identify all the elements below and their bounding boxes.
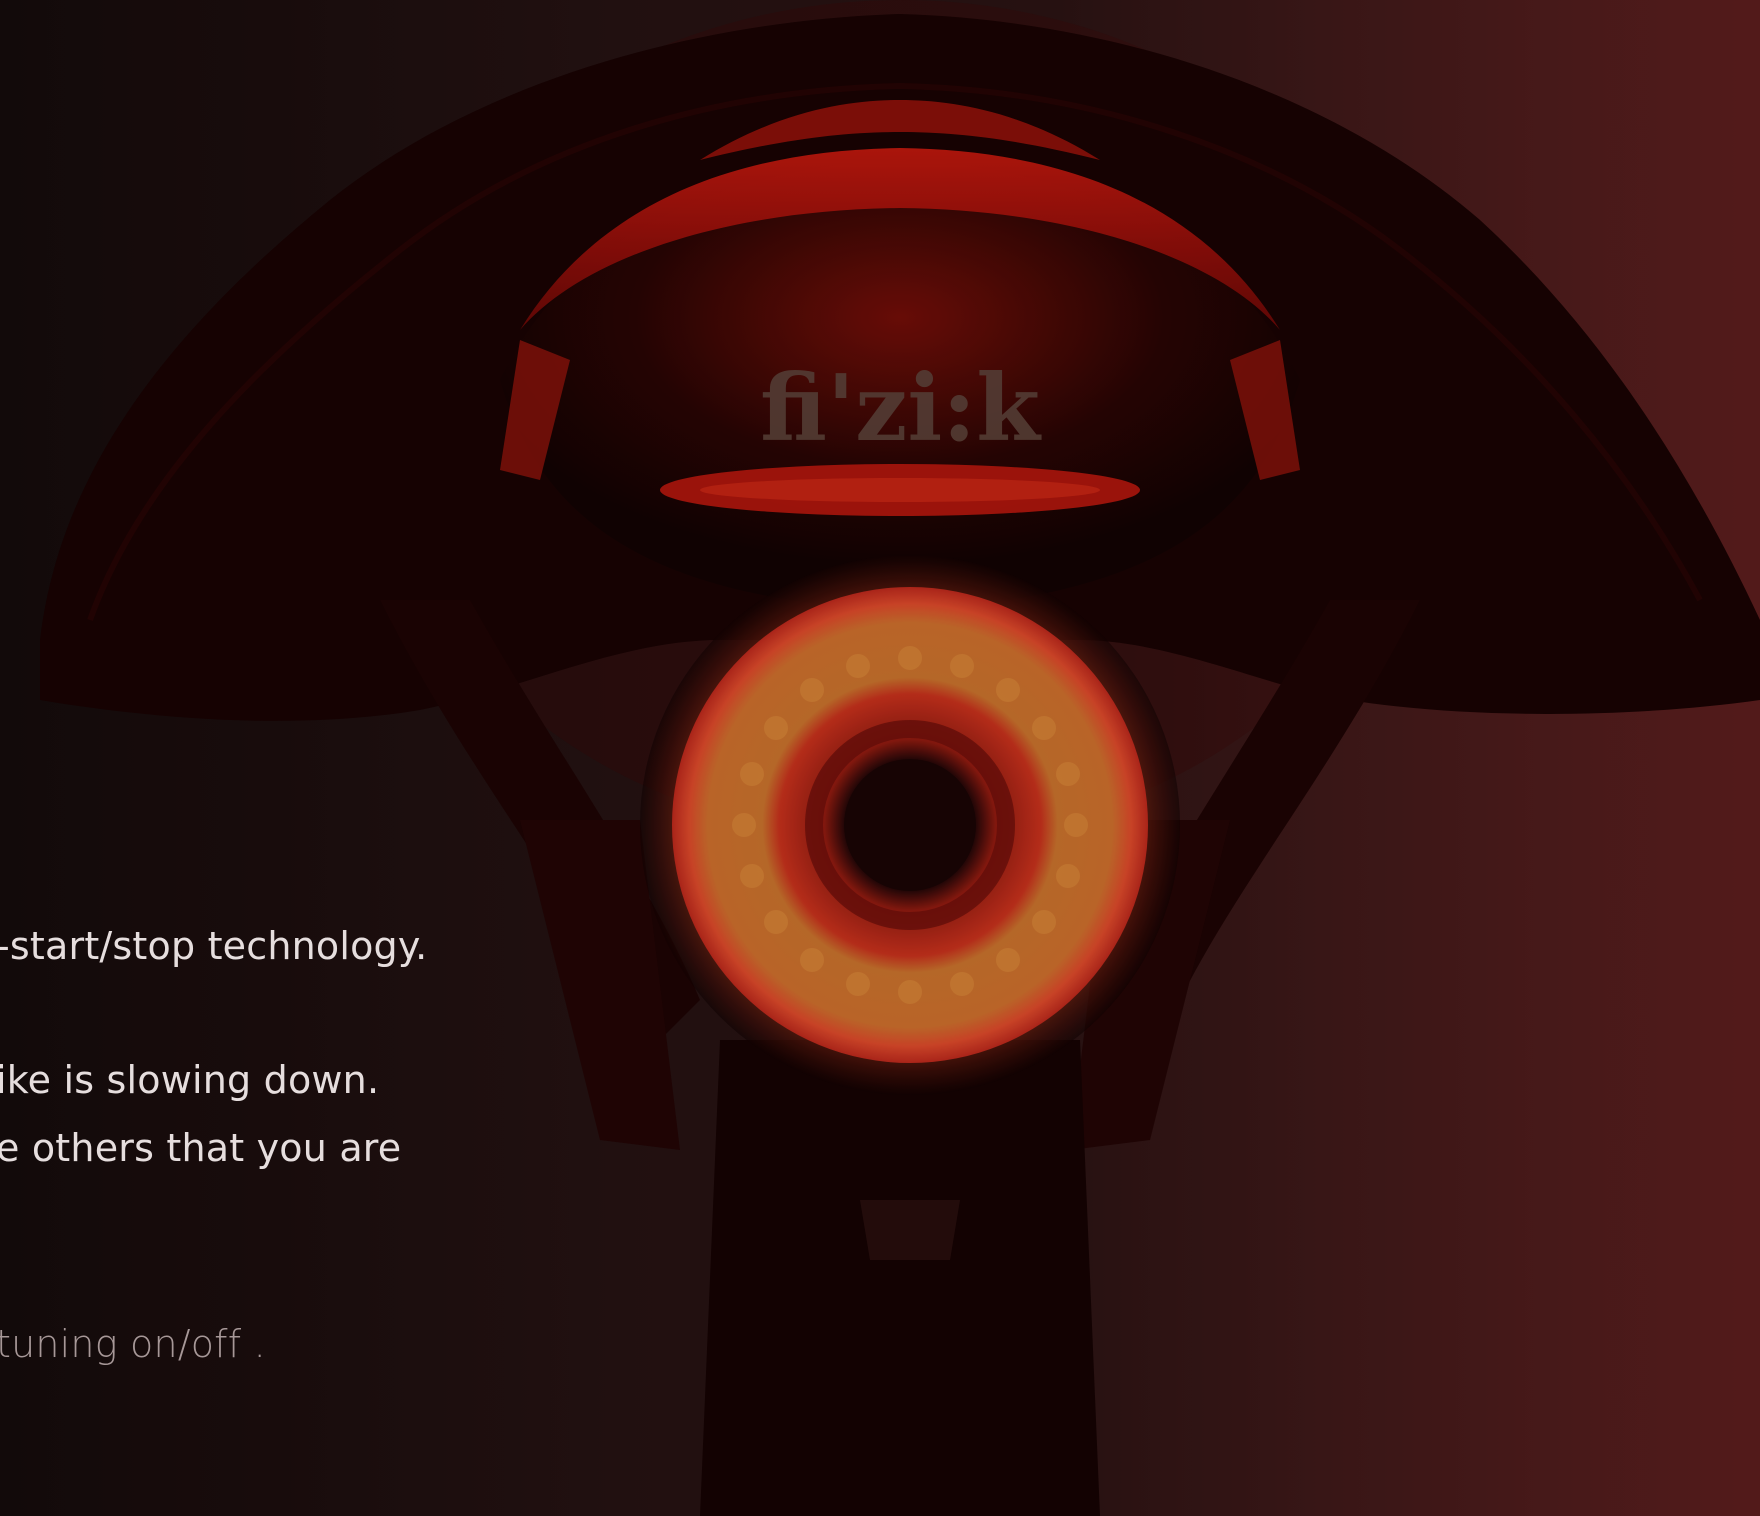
feature-text-line-4: tuning on/off . (0, 1322, 266, 1366)
product-photo-scene: fi'zi:k -start/stop technology. ike is s… (0, 0, 1760, 1516)
tail-light-photo: fi'zi:k (0, 0, 1760, 1516)
feature-text-line-3: e others that you are (0, 1126, 402, 1170)
feature-text-line-1: -start/stop technology. (0, 924, 428, 968)
feature-text-line-2: ike is slowing down. (0, 1058, 380, 1102)
